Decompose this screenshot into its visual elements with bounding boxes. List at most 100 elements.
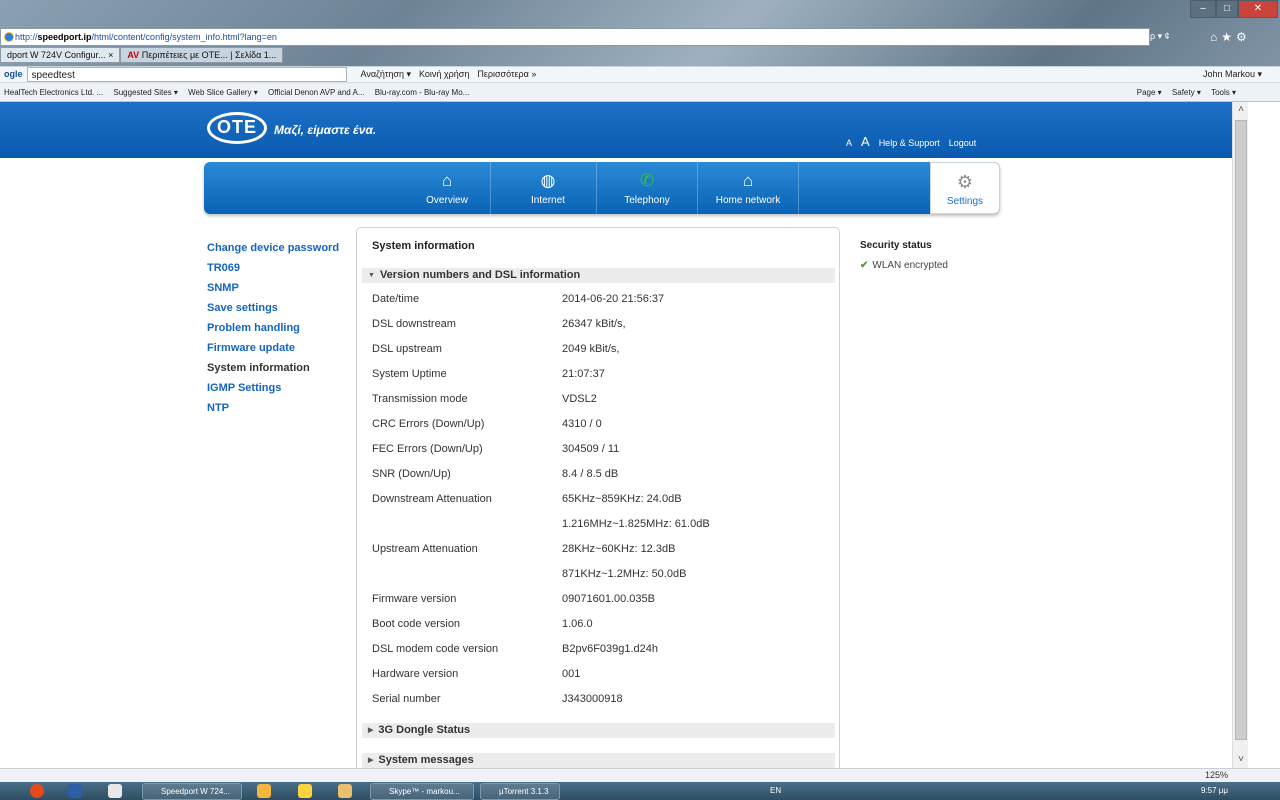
user-account-menu[interactable]: John Markou ▾ xyxy=(1199,67,1266,82)
info-row: DSL downstream 26347 kBit/s, xyxy=(372,314,832,339)
gear-icon: ⚙ xyxy=(956,172,974,192)
app-taskbar-icon[interactable] xyxy=(108,784,122,798)
clock[interactable]: 9:57 μμ xyxy=(1201,782,1228,800)
menu-telephony[interactable]: ✆ Telephony xyxy=(597,162,697,214)
info-value: 1.06.0 xyxy=(562,618,593,630)
minimize-button[interactable]: – xyxy=(1190,0,1216,18)
address-prefix: http:// xyxy=(15,32,38,42)
tab-ote-forum[interactable]: AV Περιπέτειες με OTE... | Σελίδα 1... xyxy=(120,47,284,63)
info-label: Boot code version xyxy=(372,618,461,630)
address-search-controls[interactable]: ρ ▾ ¢ xyxy=(1150,28,1180,46)
header-links: A A Help & Support Logout xyxy=(846,134,976,149)
menu-label: Internet xyxy=(531,195,565,206)
app-taskbar-icon[interactable] xyxy=(257,784,271,798)
menu-label: Settings xyxy=(946,196,984,207)
home-favorites-tools-icons[interactable]: ⌂★⚙ xyxy=(1210,28,1280,46)
menu-internet[interactable]: ◍ Internet xyxy=(491,162,605,214)
sidebar-item-problem-handling[interactable]: Problem handling xyxy=(207,318,347,338)
info-row: DSL upstream 2049 kBit/s, xyxy=(372,339,832,364)
favorite-link[interactable]: Blu-ray.com - Blu-ray Mo... xyxy=(371,88,474,97)
section-version-dsl[interactable]: ▼ Version numbers and DSL information xyxy=(362,268,835,283)
chrome-taskbar-icon[interactable] xyxy=(30,784,44,798)
info-value: 8.4 / 8.5 dB xyxy=(562,468,619,480)
toolbar-search-input[interactable]: speedtest xyxy=(26,67,347,82)
expand-triangle-icon: ▶ xyxy=(368,727,374,734)
collapse-triangle-icon: ▼ xyxy=(368,272,375,279)
toolbar-search-button[interactable]: Αναζήτηση ▾ xyxy=(357,67,416,82)
system-info-panel: System information ▼ Version numbers and … xyxy=(356,227,840,768)
sidebar-item-change-password[interactable]: Change device password xyxy=(207,238,347,258)
toolbar-more-button[interactable]: Περισσότερα » xyxy=(473,67,540,82)
address-bar[interactable]: http://speedport.ip/html/content/config/… xyxy=(0,28,1150,46)
app-taskbar-icon[interactable] xyxy=(298,784,312,798)
maximize-button[interactable]: □ xyxy=(1216,0,1238,18)
scroll-up-icon[interactable]: ˄ xyxy=(1233,102,1249,118)
menu-label: Home network xyxy=(715,195,781,206)
section-3g-dongle[interactable]: ▶ 3G Dongle Status xyxy=(362,723,835,738)
info-label: DSL downstream xyxy=(372,318,456,330)
favorite-link[interactable]: Suggested Sites ▾ xyxy=(109,88,182,97)
tools-menu[interactable]: Tools ▾ xyxy=(1207,88,1240,97)
address-row: http://speedport.ip/html/content/config/… xyxy=(0,28,1280,46)
info-value: 2049 kBit/s, xyxy=(562,343,620,355)
info-value: VDSL2 xyxy=(562,393,597,405)
folder-taskbar-icon[interactable] xyxy=(338,784,352,798)
sidebar-item-snmp[interactable]: SNMP xyxy=(207,278,347,298)
vertical-scrollbar[interactable]: ˄ ˅ xyxy=(1232,102,1248,768)
info-value: 304509 / 11 xyxy=(562,443,620,455)
help-support-link[interactable]: Help & Support xyxy=(879,138,940,148)
sidebar-item-firmware-update[interactable]: Firmware update xyxy=(207,338,347,358)
info-value: 21:07:37 xyxy=(562,368,605,380)
scroll-down-icon[interactable]: ˅ xyxy=(1233,752,1249,768)
window-controls: – □ ✕ xyxy=(1190,0,1280,20)
info-label: Downstream Attenuation xyxy=(372,493,492,505)
info-row: Date/time 2014-06-20 21:56:37 xyxy=(372,289,832,314)
tab-label: dport W 724V Configur... xyxy=(7,50,106,60)
favorite-link[interactable]: Official Denon AVP and A... xyxy=(264,88,369,97)
tab-strip: dport W 724V Configur... × AV Περιπέτειε… xyxy=(0,47,284,64)
info-value: 001 xyxy=(562,668,581,680)
favorite-link[interactable]: Web Slice Gallery ▾ xyxy=(184,88,262,97)
info-row: SNR (Down/Up) 8.4 / 8.5 dB xyxy=(372,464,832,489)
logout-link[interactable]: Logout xyxy=(949,138,977,148)
tab-close-icon[interactable]: × xyxy=(108,50,113,60)
section-system-messages[interactable]: ▶ System messages xyxy=(362,753,835,768)
tab-label: Περιπέτειες με OTE... | Σελίδα 1... xyxy=(141,50,277,60)
info-label: Hardware version xyxy=(372,668,459,680)
sidebar-item-system-information[interactable]: System information xyxy=(207,358,347,378)
menu-home-network[interactable]: ⌂ Home network xyxy=(698,162,798,214)
info-value: 2014-06-20 21:56:37 xyxy=(562,293,665,305)
menu-overview[interactable]: ⌂ Overview xyxy=(404,162,490,214)
check-icon: ✔ xyxy=(860,260,869,271)
taskbar-ie-window[interactable]: Speedport W 724... xyxy=(142,783,242,800)
info-row: 871KHz~1.2MHz: 50.0dB xyxy=(372,564,832,589)
taskbar-utorrent-window[interactable]: µTorrent 3.1.3 xyxy=(480,783,560,800)
toolbar-share-button[interactable]: Κοινή χρήση xyxy=(415,67,473,82)
page-menu[interactable]: Page ▾ xyxy=(1133,88,1166,97)
font-large-button[interactable]: A xyxy=(861,134,870,149)
google-toolbar: ogle speedtest Αναζήτηση ▾ Κοινή χρήση Π… xyxy=(0,66,1280,82)
command-bar: Page ▾ Safety ▾ Tools ▾ xyxy=(1133,83,1240,101)
zoom-level[interactable]: 125% xyxy=(1205,770,1228,780)
font-small-button[interactable]: A xyxy=(846,138,852,148)
safety-menu[interactable]: Safety ▾ xyxy=(1168,88,1205,97)
info-row: Boot code version 1.06.0 xyxy=(372,614,832,639)
language-indicator[interactable]: EN xyxy=(770,786,781,795)
menu-divider xyxy=(798,162,799,214)
favorite-link[interactable]: HealTech Electronics Ltd. ... xyxy=(0,88,107,97)
sidebar-item-tr069[interactable]: TR069 xyxy=(207,258,347,278)
tab-speedport[interactable]: dport W 724V Configur... × xyxy=(0,47,121,63)
info-row: 1.216MHz~1.825MHz: 61.0dB xyxy=(372,514,832,539)
info-value: 26347 kBit/s, xyxy=(562,318,626,330)
close-window-button[interactable]: ✕ xyxy=(1238,0,1278,18)
home-network-icon: ⌂ xyxy=(742,171,754,190)
sidebar-item-igmp-settings[interactable]: IGMP Settings xyxy=(207,378,347,398)
menu-settings[interactable]: ⚙ Settings xyxy=(930,162,1000,214)
sidebar-item-save-settings[interactable]: Save settings xyxy=(207,298,347,318)
scroll-thumb[interactable] xyxy=(1235,120,1247,740)
sidebar-item-ntp[interactable]: NTP xyxy=(207,398,347,418)
taskbar-skype-window[interactable]: Skype™ - markou... xyxy=(370,783,474,800)
app-taskbar-icon[interactable] xyxy=(68,784,82,798)
menu-label: Telephony xyxy=(624,195,670,206)
google-logo: ogle xyxy=(4,69,23,79)
